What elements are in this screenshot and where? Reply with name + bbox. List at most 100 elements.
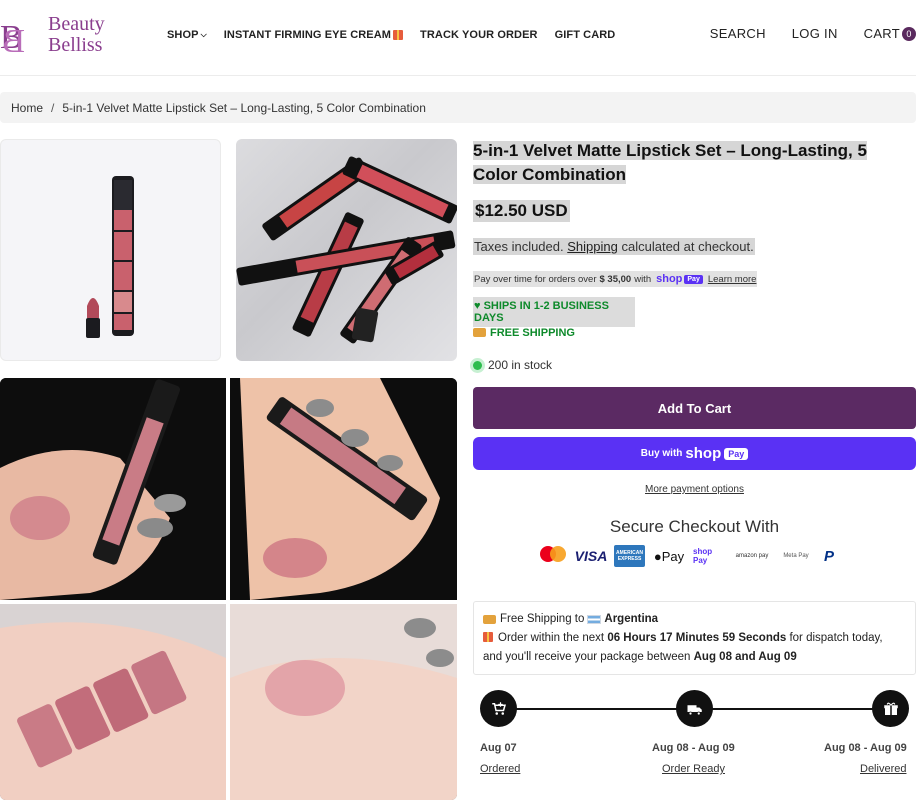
- shop-pay-icon: shop Pay: [693, 547, 713, 565]
- installments-banner: Pay over time for orders over $ 35,00 wi…: [473, 271, 758, 287]
- site-header: B B Beauty Belliss SHOP ⌵ INSTANT FIRMIN…: [0, 0, 916, 76]
- breadcrumb-current: 5-in-1 Velvet Matte Lipstick Set – Long-…: [62, 100, 426, 115]
- truck-icon: [687, 704, 702, 715]
- apple-pay-label: Pay: [661, 548, 685, 564]
- logo-monogram-icon: B B: [0, 19, 25, 58]
- logo-text: Beauty Belliss: [48, 14, 105, 56]
- in-stock-dot-icon: [473, 360, 482, 370]
- payment-methods: VISA AMERICAN EXPRESS ● Pay shop Pay amaz…: [538, 545, 843, 567]
- delivery-timeline: Aug 07 Aug 08 - Aug 09 Aug 08 - Aug 09 O…: [473, 687, 916, 782]
- stock-indicator: 200 in stock: [473, 358, 552, 372]
- cart-count-badge: 0: [902, 27, 916, 41]
- timeline-step-ordered: [480, 690, 517, 727]
- stock-label: 200 in stock: [488, 358, 553, 372]
- dispatch-countdown-row: Order within the next 06 Hours 17 Minute…: [483, 629, 906, 648]
- brand-logo[interactable]: B B Beauty Belliss: [0, 12, 110, 60]
- logo-line-2: Belliss: [48, 34, 103, 56]
- nav-track-order-label: TRACK YOUR ORDER: [420, 29, 538, 41]
- shop-pay-badge: Pay: [724, 447, 749, 460]
- add-to-cart-button[interactable]: Add To Cart: [473, 387, 916, 429]
- payover-with: with: [634, 273, 652, 285]
- timeline-step-ready: [676, 690, 713, 727]
- shop-pay-mini-pay: Pay: [684, 274, 703, 284]
- learn-more-link[interactable]: Learn more: [708, 274, 757, 285]
- free-shipping-row: Free Shipping to Argentina: [483, 610, 906, 629]
- argentina-flag-icon: [587, 615, 602, 624]
- delivery-window-row: and you'll receive your package between …: [483, 648, 906, 667]
- free-shipping-label: FREE SHIPPING: [490, 327, 575, 339]
- shop-pay-logo-text: shop: [685, 445, 722, 462]
- search-link[interactable]: SEARCH: [710, 26, 766, 41]
- timeline-date-1: Aug 07: [480, 742, 517, 754]
- lipstick-product-image: [86, 176, 134, 338]
- nav-gift-card[interactable]: GIFT CARD: [555, 29, 616, 41]
- timeline-label-ordered: Ordered: [480, 763, 521, 775]
- order-prefix: Order within the next: [498, 632, 605, 644]
- nav-shop-label: SHOP: [167, 29, 199, 41]
- main-nav: SHOP ⌵ INSTANT FIRMING EYE CREAM TRACK Y…: [167, 29, 632, 41]
- apple-icon: ●: [653, 548, 662, 564]
- shop-pay-mini-shop: shop: [656, 273, 683, 285]
- free-ship-prefix: Free Shipping to: [500, 613, 585, 625]
- nav-gift-card-label: GIFT CARD: [554, 29, 616, 41]
- taxes-prefix: Taxes included.: [474, 239, 564, 254]
- receive-prefix: and you'll receive your package between: [483, 651, 691, 663]
- buy-with-shop-pay-button[interactable]: Buy with shop Pay: [473, 437, 916, 470]
- delivery-dates: Aug 08 and Aug 09: [693, 651, 797, 663]
- shop-pay-logo-icon: shop Pay: [656, 273, 703, 285]
- paypal-icon: P: [823, 547, 834, 565]
- product-title-text: 5-in-1 Velvet Matte Lipstick Set – Long-…: [473, 141, 867, 184]
- free-shipping-badge: FREE SHIPPING: [473, 327, 575, 339]
- shipping-link[interactable]: Shipping: [567, 239, 618, 254]
- timeline-date-3: Aug 08 - Aug 09: [824, 742, 907, 754]
- meta-pay-icon: Meta Pay: [783, 553, 809, 559]
- countdown-timer: 06 Hours 17 Minutes 59 Seconds: [607, 632, 787, 644]
- gift-icon: [393, 30, 404, 40]
- product-thumbnail-1[interactable]: [0, 139, 221, 361]
- timeline-label-order-ready: Order Ready: [662, 763, 725, 775]
- timeline-label-delivered: Delivered: [860, 763, 907, 775]
- cart-icon: [491, 701, 506, 715]
- truck-icon: [473, 328, 486, 337]
- logo-line-1: Beauty: [48, 13, 105, 35]
- svg-text:B: B: [2, 23, 25, 58]
- buy-with-label: Buy with: [640, 448, 683, 459]
- amazon-pay-icon: amazon pay: [735, 553, 769, 559]
- cart-label: CART: [863, 26, 900, 41]
- product-main-image[interactable]: [0, 378, 457, 800]
- visa-icon: VISA: [574, 548, 608, 564]
- timeline-step-delivered: [872, 690, 909, 727]
- cart-link[interactable]: CART 0: [864, 26, 916, 41]
- login-link[interactable]: LOG IN: [792, 26, 838, 41]
- product-title: 5-in-1 Velvet Matte Lipstick Set – Long-…: [473, 139, 873, 187]
- delivery-info-box: Free Shipping to Argentina Order within …: [473, 601, 916, 675]
- taxes-note: Taxes included. Shipping calculated at c…: [473, 238, 755, 255]
- product-price: $12.50 USD: [473, 200, 570, 222]
- timeline-date-2: Aug 08 - Aug 09: [652, 742, 735, 754]
- amex-icon: AMERICAN EXPRESS: [614, 545, 645, 567]
- destination-country: Argentina: [604, 613, 659, 625]
- gift-icon: [483, 632, 493, 642]
- apple-pay-icon: ● Pay: [651, 545, 687, 567]
- nav-shop[interactable]: SHOP ⌵: [167, 29, 207, 41]
- breadcrumb: Home / 5-in-1 Velvet Matte Lipstick Set …: [0, 92, 916, 123]
- gift-icon: [883, 702, 898, 715]
- product-thumbnail-2[interactable]: [236, 139, 457, 361]
- nav-eye-cream[interactable]: INSTANT FIRMING EYE CREAM: [223, 29, 404, 41]
- ships-badge: ♥ SHIPS IN 1-2 BUSINESS DAYS: [473, 297, 635, 327]
- payover-prefix: Pay over time for orders over: [474, 273, 597, 285]
- payover-amount: $ 35,00: [599, 273, 632, 285]
- secure-checkout-title: Secure Checkout With: [609, 517, 780, 536]
- breadcrumb-home[interactable]: Home: [11, 101, 43, 115]
- lipsticks-scattered-image: [236, 156, 457, 344]
- swatch-collage-image: [0, 378, 457, 800]
- nav-eye-cream-label: INSTANT FIRMING EYE CREAM: [223, 29, 392, 41]
- truck-icon: [483, 615, 496, 624]
- breadcrumb-separator: /: [51, 100, 55, 115]
- header-actions: SEARCH LOG IN CART 0: [684, 26, 916, 41]
- taxes-suffix: calculated at checkout.: [621, 239, 754, 254]
- chevron-down-icon: ⌵: [200, 30, 207, 39]
- more-payment-options-link[interactable]: More payment options: [473, 484, 916, 495]
- nav-track-order[interactable]: TRACK YOUR ORDER: [420, 29, 538, 41]
- order-suffix: for dispatch today,: [789, 632, 883, 644]
